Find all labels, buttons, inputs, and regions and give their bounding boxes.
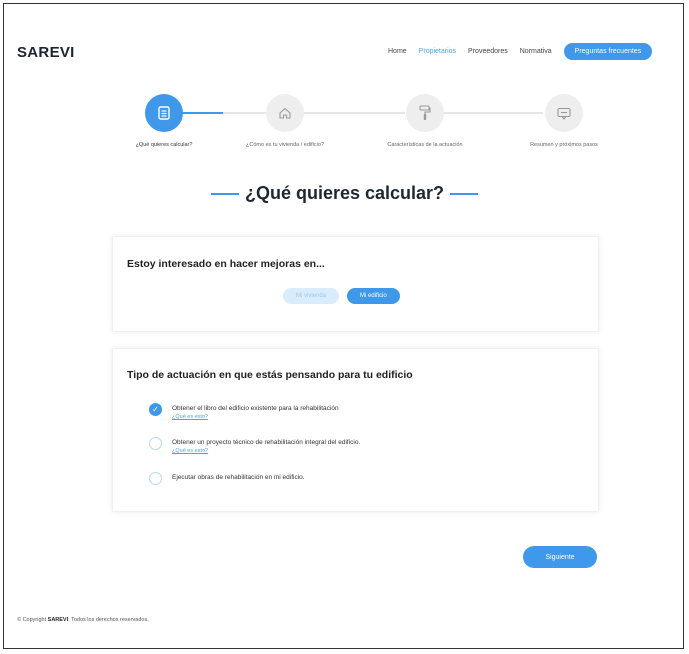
document-icon bbox=[145, 94, 183, 132]
option-text: Ejecutar obras de rehabilitación en mi e… bbox=[172, 472, 305, 482]
card-title: Estoy interesado en hacer mejoras en... bbox=[127, 258, 325, 270]
option-label: Ejecutar obras de rehabilitación en mi e… bbox=[172, 474, 305, 481]
option-text: Obtener un proyecto técnico de rehabilit… bbox=[172, 437, 360, 455]
radio-icon[interactable] bbox=[149, 472, 162, 485]
step-label: Características de la actuación bbox=[387, 142, 463, 148]
step-label: Resumen y próximos pasos bbox=[530, 142, 598, 148]
option-text: Obtener el libro del edificio existente … bbox=[172, 403, 339, 421]
faq-button[interactable]: Preguntas frecuentes bbox=[563, 43, 653, 60]
top-nav: Home Propietarios Proveedores Normativa … bbox=[388, 43, 653, 60]
step-4[interactable]: Resumen y próximos pasos bbox=[504, 94, 624, 148]
nav-normativa[interactable]: Normativa bbox=[520, 48, 552, 55]
step-3[interactable]: Características de la actuación bbox=[365, 94, 485, 148]
section-title-text: ¿Qué quieres calcular? bbox=[244, 183, 445, 203]
option-label: Obtener un proyecto técnico de rehabilit… bbox=[172, 439, 361, 446]
nav-home[interactable]: Home bbox=[388, 48, 407, 55]
section-title: ¿Qué quieres calcular? bbox=[0, 183, 689, 204]
step-2[interactable]: ¿Cómo es tu vivienda / edificio? bbox=[225, 94, 345, 148]
what-is-this-link[interactable]: ¿Qué es esto? bbox=[172, 413, 339, 421]
next-button[interactable]: Siguiente bbox=[523, 546, 597, 568]
action-option-2[interactable]: Obtener un proyecto técnico de rehabilit… bbox=[149, 437, 360, 455]
action-option-3[interactable]: Ejecutar obras de rehabilitación en mi e… bbox=[149, 472, 305, 485]
option-label: Obtener el libro del edificio existente … bbox=[172, 405, 339, 412]
card-title: Tipo de actuación en que estás pensando … bbox=[127, 369, 413, 381]
step-label: ¿Qué quieres calcular? bbox=[135, 142, 193, 148]
nav-propietarios[interactable]: Propietarios bbox=[419, 48, 456, 55]
nav-proveedores[interactable]: Proveedores bbox=[468, 48, 508, 55]
option-my-building-button[interactable]: Mi edificio bbox=[347, 288, 400, 304]
option-my-home-button[interactable]: Mi vivienda bbox=[283, 288, 340, 304]
step-1[interactable]: ¿Qué quieres calcular? bbox=[104, 94, 224, 148]
footer-prefix: © Copyright bbox=[17, 617, 47, 623]
checkmark-icon[interactable]: ✓ bbox=[149, 403, 162, 416]
house-icon bbox=[266, 94, 304, 132]
title-dash bbox=[450, 193, 479, 196]
paint-roller-icon bbox=[406, 94, 444, 132]
action-option-1[interactable]: ✓ Obtener el libro del edificio existent… bbox=[149, 403, 339, 421]
footer-suffix: . Todos los derechos reservados. bbox=[68, 617, 149, 623]
footer-brand: SAREVI bbox=[47, 617, 69, 623]
action-type-card: Tipo de actuación en que estás pensando … bbox=[112, 348, 599, 512]
chat-icon bbox=[545, 94, 583, 132]
what-is-this-link[interactable]: ¿Qué es esto? bbox=[172, 447, 360, 455]
title-dash bbox=[210, 193, 239, 196]
brand-logo[interactable]: SAREVI bbox=[17, 44, 75, 61]
step-label: ¿Cómo es tu vivienda / edificio? bbox=[246, 142, 324, 148]
footer-copyright: © Copyright SAREVI. Todos los derechos r… bbox=[17, 617, 149, 623]
improvement-target-card: Estoy interesado en hacer mejoras en... … bbox=[112, 236, 599, 332]
progress-stepper: ¿Qué quieres calcular? ¿Cómo es tu vivie… bbox=[104, 94, 604, 154]
radio-icon[interactable] bbox=[149, 437, 162, 450]
target-toggle: Mi vivienda Mi edificio bbox=[283, 288, 400, 304]
